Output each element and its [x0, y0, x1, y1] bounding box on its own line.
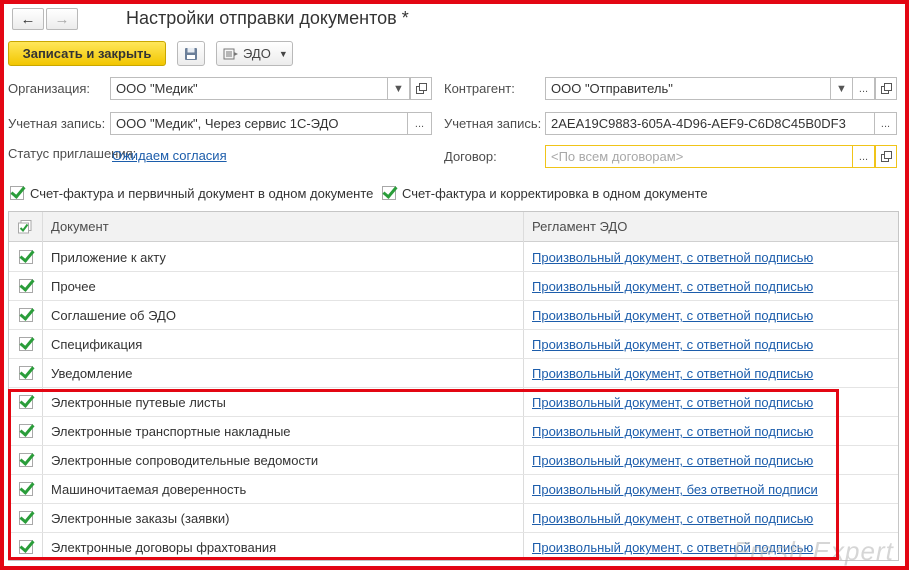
invoice-correction-label: Счет-фактура и корректировка в одном док… — [402, 186, 708, 201]
account-field[interactable]: ООО "Медик", Через сервис 1С-ЭДО — [110, 112, 408, 135]
table-row[interactable]: Электронные путевые листы Произвольный д… — [9, 388, 898, 417]
regulation-link[interactable]: Произвольный документ, с ответной подпис… — [532, 359, 813, 388]
forward-button[interactable]: → — [46, 8, 78, 30]
organization-label: Организация: — [8, 81, 91, 96]
counterparty-select-button[interactable]: ... — [853, 77, 875, 100]
edo-menu-label: ЭДО — [243, 46, 271, 61]
contract-label: Договор: — [444, 149, 497, 164]
counterparty-account-field[interactable]: 2AEA19C9883-605A-4D96-AEF9-C6D8C45B0DF3 — [545, 112, 875, 135]
ellipsis-icon: ... — [858, 150, 869, 163]
table-row[interactable]: Спецификация Произвольный документ, с от… — [9, 330, 898, 359]
row-checkbox[interactable] — [19, 279, 33, 293]
document-cell: Электронные заказы (заявки) — [51, 511, 230, 526]
column-header-regulation[interactable]: Регламент ЭДО — [532, 212, 627, 242]
counterparty-field[interactable]: ООО "Отправитель" — [545, 77, 831, 100]
edo-icon — [223, 48, 238, 59]
table-header: Документ Регламент ЭДО — [9, 212, 898, 242]
account-select-button[interactable]: ... — [408, 112, 432, 135]
organization-field[interactable]: ООО "Медик" — [110, 77, 388, 100]
floppy-disk-icon — [185, 47, 197, 60]
ellipsis-icon: ... — [858, 82, 869, 95]
arrow-left-icon: ← — [20, 10, 36, 28]
table-row[interactable]: Соглашение об ЭДО Произвольный документ,… — [9, 301, 898, 330]
ellipsis-icon: ... — [414, 117, 425, 130]
dropdown-arrow-icon: ▼ — [278, 48, 288, 59]
save-and-close-button[interactable]: Записать и закрыть — [8, 41, 166, 66]
row-checkbox[interactable] — [19, 395, 33, 409]
dropdown-arrow-icon: ▼ — [836, 82, 847, 95]
organization-dropdown-button[interactable]: ▼ — [388, 77, 410, 100]
save-button[interactable] — [177, 41, 205, 66]
open-window-icon — [880, 151, 892, 162]
document-cell: Уведомление — [51, 366, 133, 381]
invoice-correction-checkbox[interactable] — [382, 186, 396, 200]
document-cell: Машиночитаемая доверенность — [51, 482, 247, 497]
organization-open-button[interactable] — [410, 77, 432, 100]
check-all-icon[interactable] — [18, 220, 32, 234]
row-checkbox[interactable] — [19, 453, 33, 467]
arrow-right-icon: → — [54, 10, 70, 28]
row-checkbox[interactable] — [19, 540, 33, 554]
page-title: Настройки отправки документов * — [126, 8, 409, 28]
counterparty-open-button[interactable] — [875, 77, 897, 100]
contract-select-button[interactable]: ... — [853, 145, 875, 168]
document-cell: Соглашение об ЭДО — [51, 308, 176, 323]
dropdown-arrow-icon: ▼ — [393, 82, 404, 95]
counterparty-label: Контрагент: — [444, 81, 515, 96]
row-checkbox[interactable] — [19, 337, 33, 351]
row-checkbox[interactable] — [19, 424, 33, 438]
regulation-link[interactable]: Произвольный документ, с ответной подпис… — [532, 504, 813, 533]
regulation-link[interactable]: Произвольный документ, с ответной подпис… — [532, 330, 813, 359]
documents-table: Документ Регламент ЭДО Приложение к акту… — [8, 211, 899, 561]
invoice-primary-label: Счет-фактура и первичный документ в одно… — [30, 186, 374, 201]
table-row[interactable]: Электронные заказы (заявки) Произвольный… — [9, 504, 898, 533]
row-checkbox[interactable] — [19, 366, 33, 380]
contract-open-button[interactable] — [875, 145, 897, 168]
watermark: Fresh Expert — [733, 536, 894, 566]
row-checkbox[interactable] — [19, 511, 33, 525]
regulation-link[interactable]: Произвольный документ, с ответной подпис… — [532, 243, 813, 272]
regulation-link[interactable]: Произвольный документ, с ответной подпис… — [532, 272, 813, 301]
account-label: Учетная запись: — [8, 116, 106, 131]
document-cell: Электронные транспортные накладные — [51, 424, 291, 439]
document-cell: Электронные сопроводительные ведомости — [51, 453, 319, 468]
invite-status-link[interactable]: Ожидаем согласия — [112, 148, 227, 163]
document-cell: Спецификация — [51, 337, 143, 352]
column-header-document[interactable]: Документ — [51, 212, 109, 242]
row-checkbox[interactable] — [19, 308, 33, 322]
ellipsis-icon: ... — [880, 117, 891, 130]
table-row[interactable]: Приложение к акту Произвольный документ,… — [9, 243, 898, 272]
document-cell: Электронные путевые листы — [51, 395, 226, 410]
table-row[interactable]: Прочее Произвольный документ, с ответной… — [9, 272, 898, 301]
edo-menu-button[interactable]: ЭДО ▼ — [216, 41, 293, 66]
back-button[interactable]: ← — [12, 8, 44, 30]
document-cell: Электронные договоры фрахтования — [51, 540, 277, 555]
invoice-primary-checkbox[interactable] — [10, 186, 24, 200]
document-cell: Прочее — [51, 279, 96, 294]
document-cell: Приложение к акту — [51, 250, 166, 265]
contract-field[interactable]: <По всем договорам> — [545, 145, 853, 168]
open-window-icon — [880, 83, 892, 94]
regulation-link[interactable]: Произвольный документ, без ответной подп… — [532, 475, 818, 504]
table-row[interactable]: Электронные транспортные накладные Произ… — [9, 417, 898, 446]
regulation-link[interactable]: Произвольный документ, с ответной подпис… — [532, 301, 813, 330]
regulation-link[interactable]: Произвольный документ, с ответной подпис… — [532, 388, 813, 417]
open-window-icon — [415, 83, 427, 94]
table-row[interactable]: Уведомление Произвольный документ, с отв… — [9, 359, 898, 388]
row-checkbox[interactable] — [19, 482, 33, 496]
counterparty-dropdown-button[interactable]: ▼ — [831, 77, 853, 100]
table-row[interactable]: Машиночитаемая доверенность Произвольный… — [9, 475, 898, 504]
regulation-link[interactable]: Произвольный документ, с ответной подпис… — [532, 417, 813, 446]
counterparty-account-label: Учетная запись: — [444, 116, 542, 131]
table-row[interactable]: Электронные сопроводительные ведомости П… — [9, 446, 898, 475]
counterparty-account-select-button[interactable]: ... — [875, 112, 897, 135]
row-checkbox[interactable] — [19, 250, 33, 264]
regulation-link[interactable]: Произвольный документ, с ответной подпис… — [532, 446, 813, 475]
